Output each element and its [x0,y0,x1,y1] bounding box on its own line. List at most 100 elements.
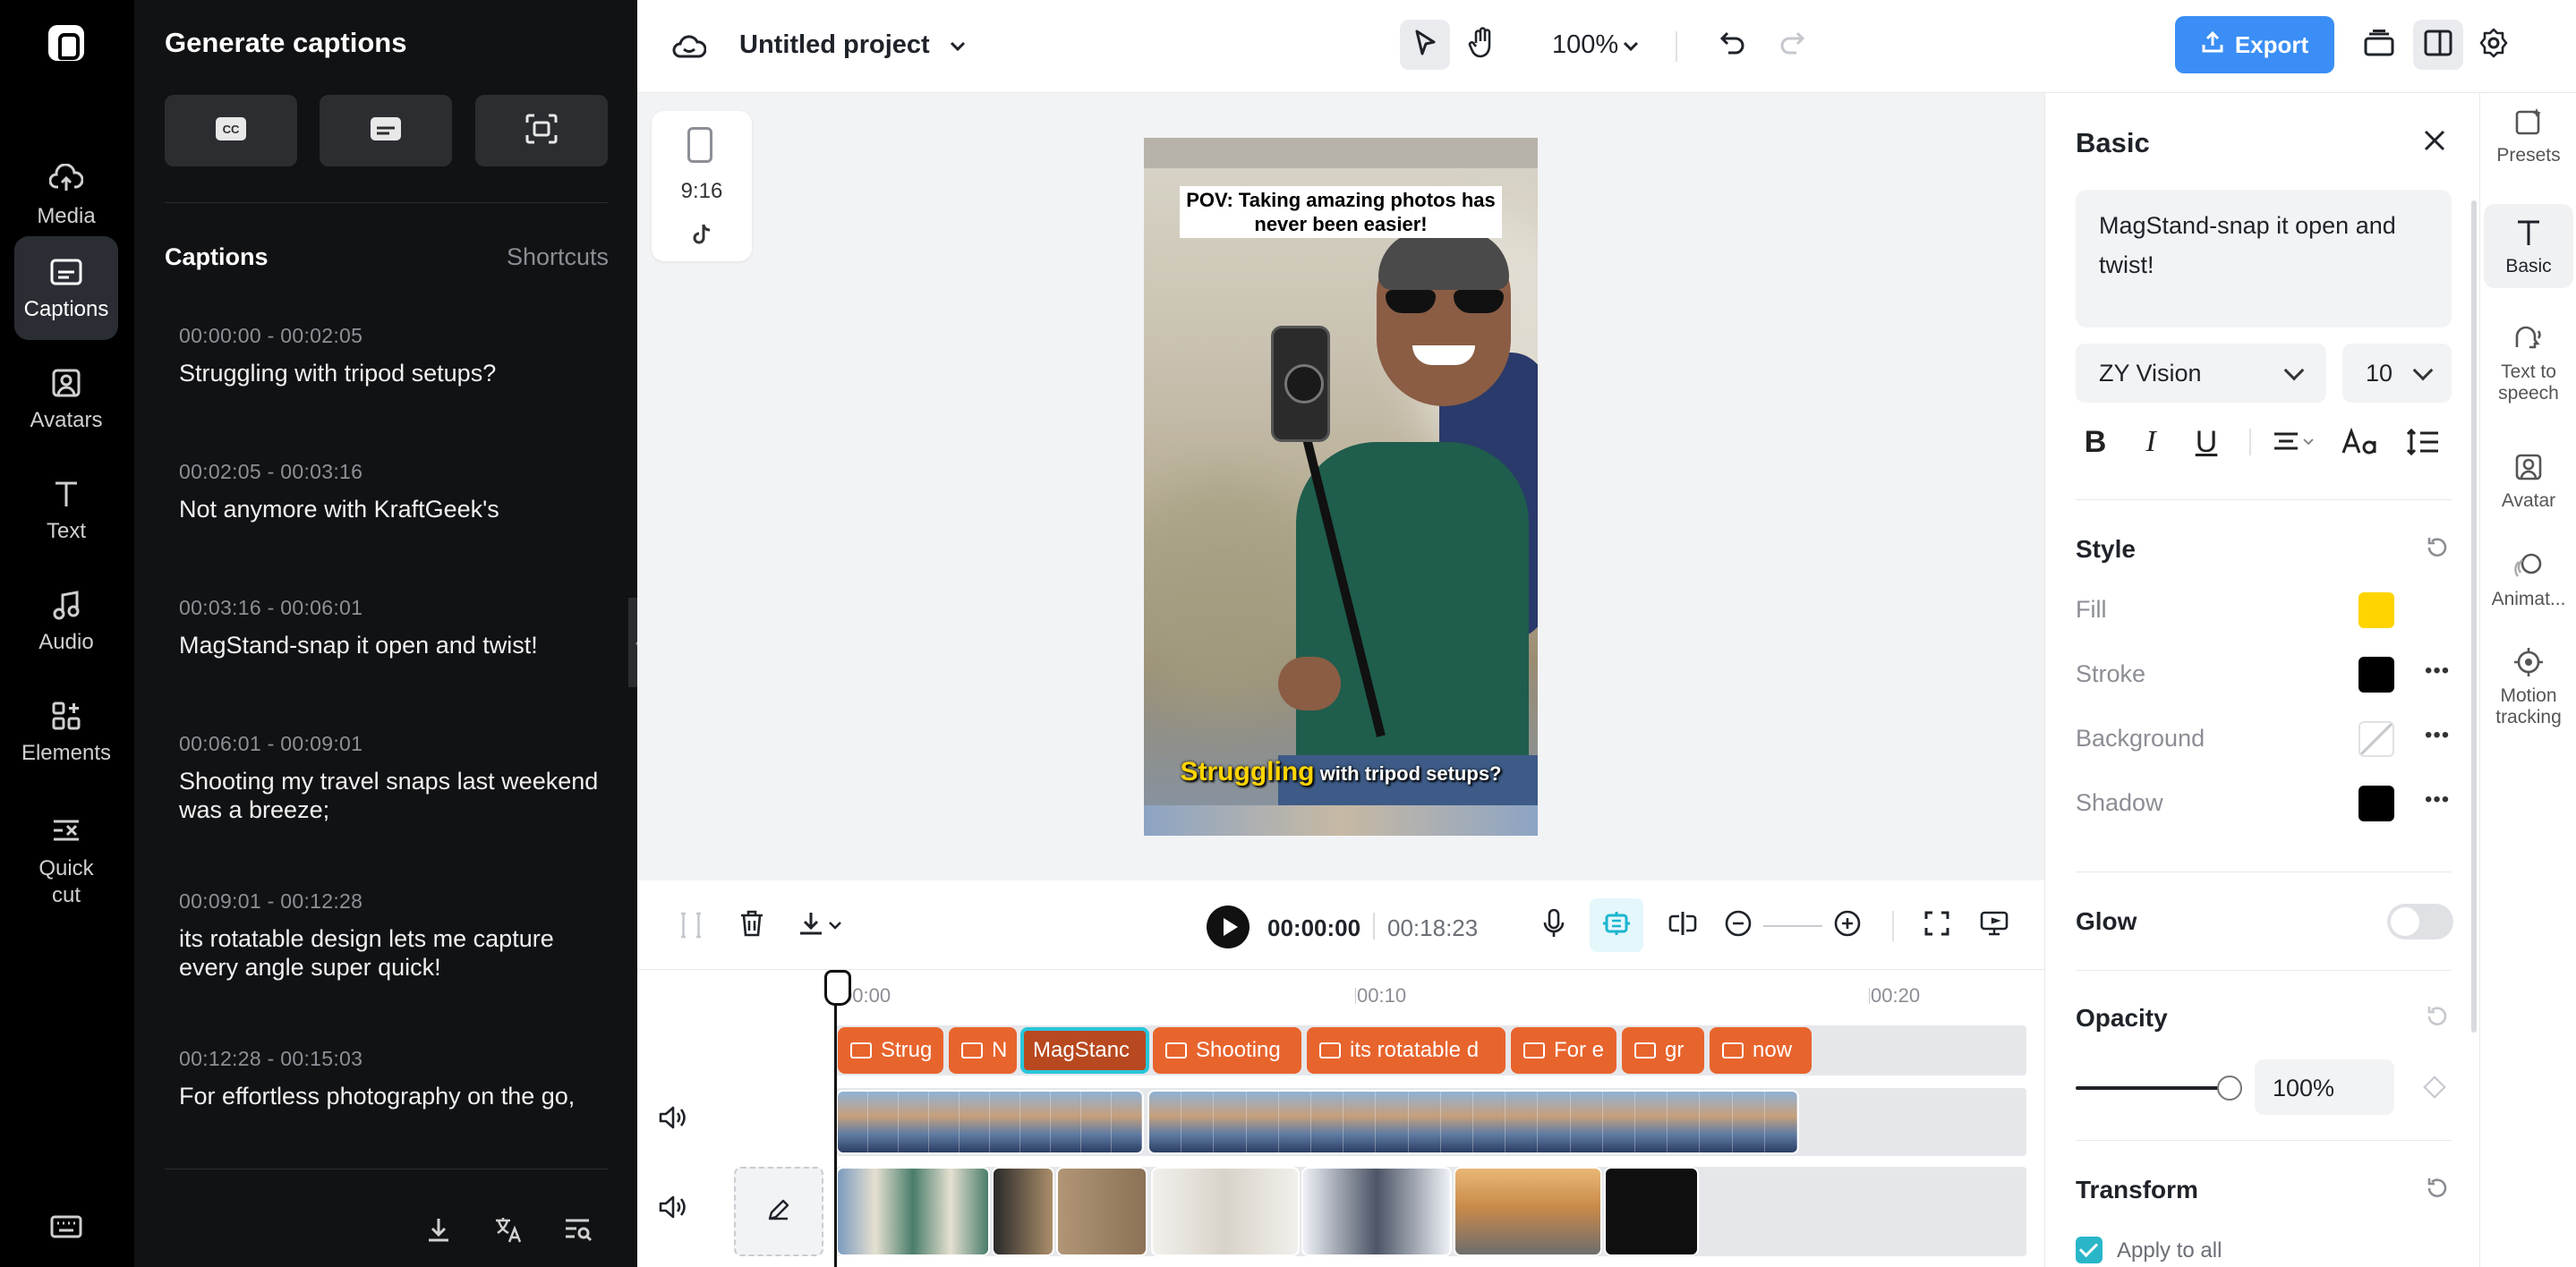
download-captions-button[interactable] [421,1213,456,1249]
overlay-title-text[interactable]: POV: Taking amazing photos has never bee… [1180,186,1502,238]
video-clip[interactable] [1147,1090,1799,1154]
layers-button[interactable] [2354,20,2404,70]
caption-clip[interactable]: its rotatable d [1307,1027,1506,1074]
translate-button[interactable] [490,1213,526,1249]
rail-item-elements[interactable]: Elements [14,680,118,784]
keyboard-icon[interactable] [50,1215,82,1238]
tab-basic[interactable]: Basic [2484,204,2573,288]
tab-animation[interactable]: Animat... [2484,537,2573,621]
split-icon[interactable] [670,904,712,947]
auto-captions-button[interactable]: CC [165,95,297,166]
keyframe-icon[interactable] [2423,1076,2446,1099]
caption-clip[interactable]: Strug [838,1027,943,1074]
hand-tool-button[interactable] [1457,20,1507,70]
caption-text[interactable]: its rotatable design lets me capture eve… [179,924,600,982]
tab-motion-tracking[interactable]: Motion tracking [2484,634,2573,739]
opacity-slider-handle[interactable] [2217,1076,2242,1101]
caption-text[interactable]: Struggling with tripod setups? [179,359,600,387]
opacity-slider-track[interactable] [2076,1086,2237,1090]
manual-captions-button[interactable] [320,95,452,166]
scrollbar[interactable] [2471,200,2477,1033]
rail-item-media[interactable]: Media [14,143,118,247]
zoom-chevron-icon[interactable] [1606,21,1656,72]
chevron-down-icon[interactable] [933,21,983,72]
more-options-icon[interactable]: ••• [2425,723,2450,748]
find-replace-button[interactable] [560,1213,596,1249]
caption-clip[interactable]: gr [1622,1027,1704,1074]
more-options-icon[interactable]: ••• [2425,787,2450,812]
reset-icon[interactable] [2425,535,2450,560]
speaker-icon[interactable] [657,1104,687,1135]
tab-text-to-speech[interactable]: Text to speech [2484,310,2573,415]
split-clip-button[interactable] [1661,904,1704,947]
caption-item[interactable]: 00:12:28 - 00:15:03 For effortless photo… [179,1047,600,1110]
broll-clip[interactable] [1056,1167,1147,1256]
shortcuts-link[interactable]: Shortcuts [507,243,609,271]
caption-text[interactable]: For effortless photography on the go, [179,1082,600,1110]
video-clip[interactable] [836,1090,1144,1154]
close-icon[interactable] [2421,127,2452,157]
caption-item[interactable]: 00:03:16 - 00:06:01 MagStand-snap it ope… [179,596,600,659]
overlay-caption[interactable]: Struggling with tripod setups? [1162,757,1520,787]
settings-button[interactable] [2469,20,2519,70]
background-color-swatch[interactable] [2358,721,2394,757]
bold-icon[interactable]: B [2076,415,2115,469]
caption-text-field[interactable]: MagStand-snap it open and twist! [2076,190,2452,327]
shadow-color-swatch[interactable] [2358,786,2394,821]
caption-item[interactable]: 00:06:01 - 00:09:01 Shooting my travel s… [179,732,600,824]
redo-button[interactable] [1767,20,1817,70]
aspect-ratio-card[interactable]: 9:16 [652,111,752,261]
broll-clip[interactable] [836,1167,990,1256]
caption-text[interactable]: Shooting my travel snaps last weekend wa… [179,767,600,824]
rail-item-avatars[interactable]: Avatars [14,347,118,451]
caption-clip-selected[interactable]: MagStanc [1020,1027,1149,1074]
caption-text[interactable]: Not anymore with KraftGeek's [179,495,600,523]
rail-item-quick-cut[interactable]: Quick cut [14,798,118,923]
glow-toggle[interactable] [2387,904,2453,940]
broll-clip[interactable] [1301,1167,1452,1256]
caption-clip[interactable]: N [949,1027,1017,1074]
caption-text[interactable]: MagStand-snap it open and twist! [179,631,600,659]
broll-clip[interactable] [1151,1167,1300,1256]
export-button[interactable]: Export [2175,16,2334,73]
app-logo[interactable] [48,25,84,61]
chevron-down-icon[interactable] [822,904,849,947]
tab-avatar[interactable]: Avatar [2484,438,2573,523]
reset-icon[interactable] [2425,1176,2450,1201]
timeline-zoom-slider[interactable] [1763,925,1822,927]
zoom-out-button[interactable] [1717,904,1760,947]
speaker-icon[interactable] [657,1194,687,1224]
fill-color-swatch[interactable] [2358,592,2394,628]
broll-clip[interactable] [1454,1167,1602,1256]
opacity-input[interactable]: 100% [2255,1059,2394,1115]
stroke-color-swatch[interactable] [2358,657,2394,693]
undo-button[interactable] [1708,20,1758,70]
playhead[interactable] [824,970,851,1267]
fit-timeline-button[interactable] [1915,904,1958,947]
caption-track[interactable]: Strug N MagStanc Shooting its rotatable … [836,1025,2026,1076]
select-tool-button[interactable] [1400,20,1450,70]
rail-item-audio[interactable]: Audio [14,569,118,673]
toggle-panel-button[interactable] [2413,20,2463,70]
caption-item[interactable]: 00:09:01 - 00:12:28 its rotatable design… [179,889,600,982]
caption-clip[interactable]: now [1710,1027,1812,1074]
align-icon[interactable] [2265,415,2323,469]
caption-item[interactable]: 00:02:05 - 00:03:16 Not anymore with Kra… [179,460,600,523]
zoom-in-button[interactable] [1826,904,1869,947]
preview-mode-button[interactable] [1973,904,2016,947]
timeline[interactable]: 00:00 00:10 00:20 Strug N MagStanc Shoot… [637,970,2044,1267]
play-button[interactable] [1207,906,1250,948]
line-spacing-icon[interactable] [2400,415,2446,469]
broll-clip[interactable] [992,1167,1054,1256]
broll-clip[interactable] [1604,1167,1699,1256]
broll-clip[interactable] [1701,1167,1754,1256]
edit-track-button[interactable] [734,1167,823,1256]
record-voice-button[interactable] [1532,904,1575,947]
rail-item-text[interactable]: Text [14,458,118,562]
font-size-select[interactable]: 10 [2342,344,2452,403]
preview-canvas[interactable]: 9:16 POV: Taking amazing photos has neve… [637,93,2044,880]
video-preview[interactable]: POV: Taking amazing photos has never bee… [1144,138,1538,836]
caption-clip[interactable]: Shooting [1153,1027,1301,1074]
letter-case-icon[interactable] [2337,415,2384,469]
project-title[interactable]: Untitled project [739,30,930,60]
